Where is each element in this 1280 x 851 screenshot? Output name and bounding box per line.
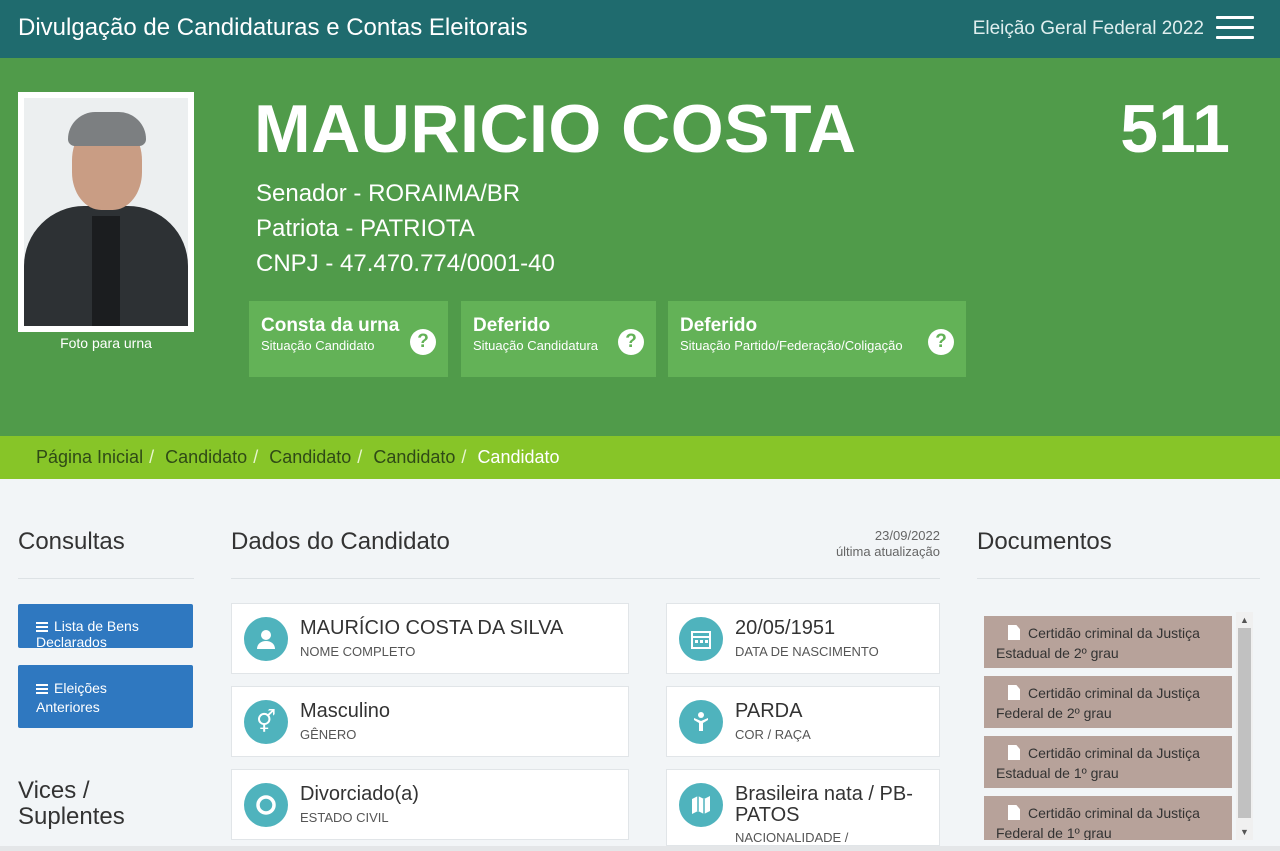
file-icon: [1008, 625, 1020, 640]
field-label: NOME COMPLETO: [300, 644, 416, 659]
document-item[interactable]: Certidão criminal da Justiça Estadual de …: [984, 616, 1232, 668]
last-update: 23/09/2022 última atualização: [835, 528, 940, 560]
candidate-photo: [18, 92, 194, 332]
divider: [977, 578, 1260, 579]
divider: [18, 578, 194, 579]
candidate-cnpj: CNPJ - 47.470.774/0001-40: [256, 250, 555, 277]
document-item[interactable]: Certidão criminal da Justiça Federal de 1…: [984, 796, 1232, 840]
status-title: Deferido: [473, 315, 551, 336]
lista-bens-button[interactable]: Lista de Bens Declarados: [18, 604, 193, 650]
scroll-thumb[interactable]: [1238, 628, 1251, 818]
photo-caption: Foto para urna: [60, 335, 152, 351]
candidate-name: MAURICIO COSTA: [254, 91, 857, 167]
scroll-down-icon[interactable]: ▼: [1236, 824, 1253, 840]
status-partido[interactable]: Deferido Situação Partido/Federação/Coli…: [668, 301, 966, 377]
hamburger-menu-icon[interactable]: [1216, 16, 1254, 42]
button-label: Anteriores: [36, 698, 100, 715]
consultas-title: Consultas: [18, 528, 125, 555]
breadcrumb: Página Inicial / Candidato / Candidato / Ca…: [0, 436, 1280, 479]
document-item[interactable]: Certidão criminal da Justiça Estadual de …: [984, 736, 1232, 788]
breadcrumb-item[interactable]: Candidato: [269, 447, 351, 467]
candidate-number: 511: [1120, 91, 1230, 167]
status-subtitle: Situação Partido/Federação/Coligação: [680, 338, 903, 353]
help-icon[interactable]: ?: [928, 329, 954, 355]
ring-icon: [244, 783, 288, 827]
user-icon: [244, 617, 288, 661]
breadcrumb-home[interactable]: Página Inicial: [36, 447, 143, 467]
eleicoes-anteriores-button[interactable]: Eleições Anteriores: [18, 665, 193, 728]
field-estado-civil: Divorciado(a) ESTADO CIVIL: [231, 769, 629, 840]
field-genero: ⚥ Masculino GÊNERO: [231, 686, 629, 757]
field-label: DATA DE NASCIMENTO: [735, 644, 879, 659]
person-icon: [679, 700, 723, 744]
file-icon: [1008, 685, 1020, 700]
field-value: PARDA: [735, 700, 803, 722]
documents-scrollbar[interactable]: ▲ ▼: [1236, 612, 1253, 840]
top-bar: Divulgação de Candidaturas e Contas Elei…: [0, 0, 1280, 58]
field-value: Brasileira nata / PB- PATOS: [735, 783, 913, 826]
calendar-icon: [679, 617, 723, 661]
bottom-strip: [0, 846, 1280, 851]
list-icon: [36, 684, 48, 695]
field-label: COR / RAÇA: [735, 727, 811, 742]
candidate-office: Senador - RORAIMA/BR: [256, 180, 521, 207]
field-value: Masculino: [300, 700, 391, 722]
file-icon: [1008, 745, 1020, 760]
field-data-nascimento: 20/05/1951 DATA DE NASCIMENTO: [666, 603, 940, 674]
breadcrumb-item[interactable]: Candidato: [373, 447, 455, 467]
button-label: Eleições: [54, 680, 107, 696]
field-label: NACIONALIDADE /: [735, 830, 849, 845]
status-candidatura[interactable]: Deferido Situação Candidatura ?: [461, 301, 656, 377]
field-nome-completo: MAURÍCIO COSTA DA SILVA NOME COMPLETO: [231, 603, 629, 674]
document-item[interactable]: Certidão criminal da Justiça Federal de 2…: [984, 676, 1232, 728]
status-title: Deferido: [680, 315, 758, 336]
app-title[interactable]: Divulgação de Candidaturas e Contas Elei…: [18, 14, 528, 42]
candidate-hero: Foto para urna MAURICIO COSTA 511 Senado…: [0, 58, 1280, 436]
scroll-up-icon[interactable]: ▲: [1236, 612, 1253, 628]
status-candidato[interactable]: Consta da urna Situação Candidato ?: [249, 301, 448, 377]
election-label: Eleição Geral Federal 2022: [972, 18, 1204, 39]
field-label: GÊNERO: [300, 727, 357, 742]
help-icon[interactable]: ?: [618, 329, 644, 355]
gender-icon: ⚥: [244, 700, 288, 744]
status-title: Consta da urna: [261, 315, 400, 336]
help-icon[interactable]: ?: [410, 329, 436, 355]
vices-suplentes-title: Vices / Suplentes: [18, 777, 125, 831]
documentos-title: Documentos: [977, 528, 1112, 555]
candidate-party: Patriota - PATRIOTA: [256, 215, 475, 242]
button-label: Lista de Bens Declarados: [36, 618, 139, 650]
documents-list: Certidão criminal da Justiça Estadual de …: [977, 608, 1255, 840]
field-value: 20/05/1951: [735, 617, 836, 639]
field-value: MAURÍCIO COSTA DA SILVA: [300, 617, 564, 639]
field-label: ESTADO CIVIL: [300, 810, 389, 825]
field-nacionalidade: Brasileira nata / PB- PATOS NACIONALIDADE…: [666, 769, 940, 846]
list-icon: [36, 622, 48, 633]
divider: [231, 578, 940, 579]
file-icon: [1008, 805, 1020, 820]
dados-candidato-title: Dados do Candidato: [231, 528, 450, 555]
field-cor-raca: PARDA COR / RAÇA: [666, 686, 940, 757]
breadcrumb-current: Candidato: [477, 447, 560, 467]
breadcrumb-item[interactable]: Candidato: [165, 447, 247, 467]
field-value: Divorciado(a): [300, 783, 419, 805]
map-icon: [679, 783, 723, 827]
